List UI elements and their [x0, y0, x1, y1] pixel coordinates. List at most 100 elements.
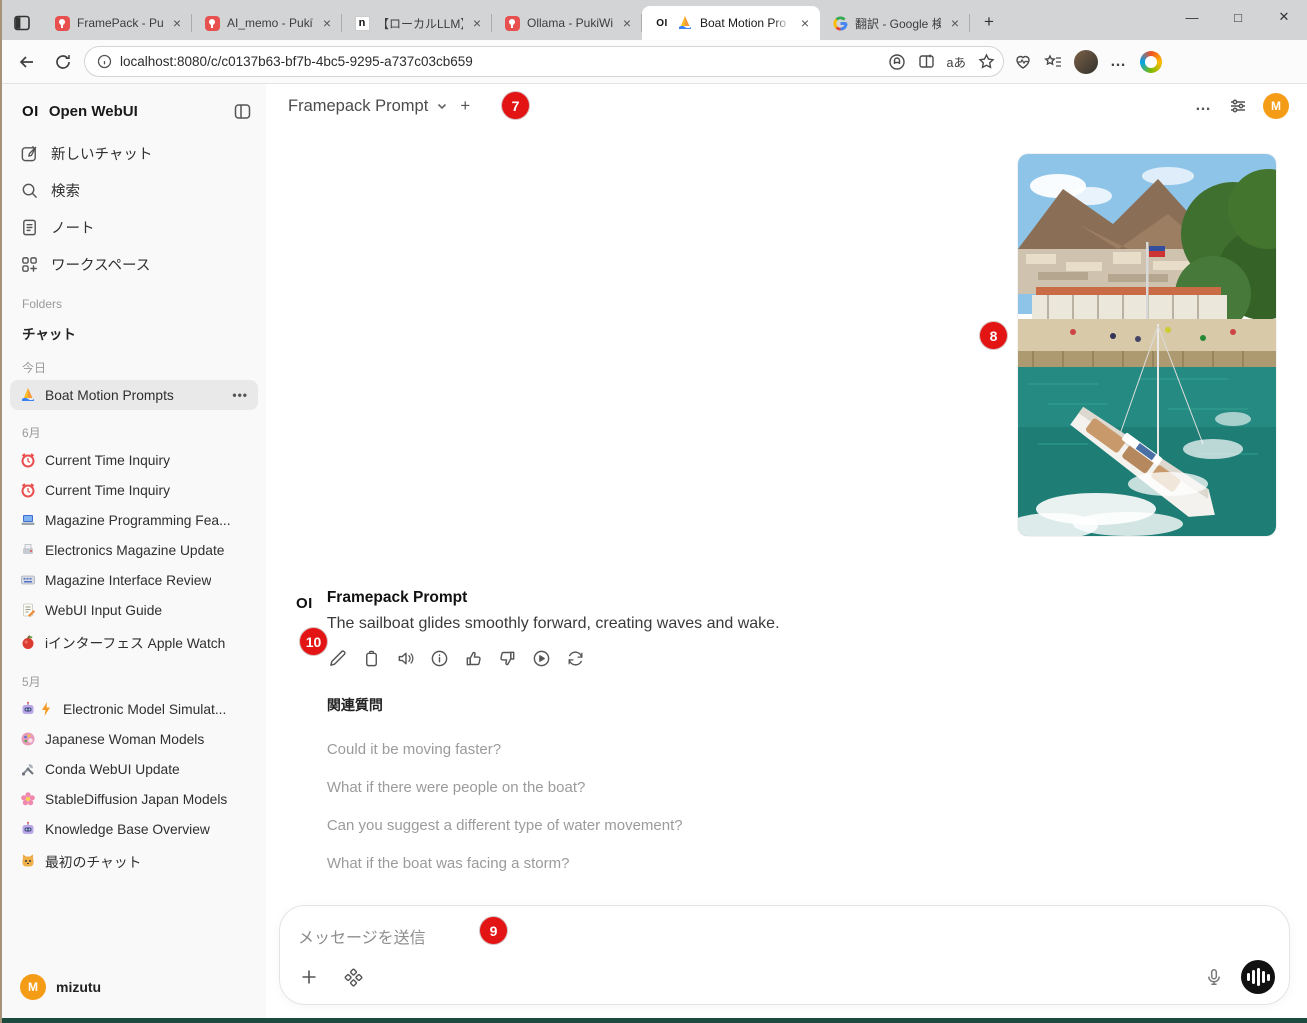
message-composer[interactable]: メッセージを送信 — [279, 905, 1290, 1005]
chevron-down-icon[interactable] — [436, 100, 448, 112]
window-close-button[interactable]: ✕ — [1261, 0, 1307, 34]
keyboard-emoji-icon — [20, 572, 36, 588]
browser-tab[interactable]: FramePack - PukiWiki× — [42, 6, 192, 40]
site-info-icon[interactable] — [97, 54, 112, 69]
message-input-placeholder[interactable]: メッセージを送信 — [298, 924, 1271, 948]
robot-bolt-emoji-icon — [20, 701, 54, 717]
browser-tab[interactable]: AI_memo - PukiWiki× — [192, 6, 342, 40]
tab-close-icon[interactable]: × — [798, 15, 812, 31]
chat-item-selected[interactable]: Boat Motion Prompts ••• — [10, 380, 258, 410]
chat-item[interactable]: Current Time Inquiry — [10, 475, 258, 505]
google-favicon — [832, 15, 848, 31]
attach-plus-button[interactable] — [294, 962, 324, 992]
may-label: 5月 — [10, 659, 258, 694]
folder-chat[interactable]: チャット — [10, 315, 258, 345]
annotation-badge-10: 10 — [300, 628, 327, 655]
reload-button[interactable] — [48, 47, 78, 77]
new-chat-plus-button[interactable]: + — [460, 96, 470, 116]
browser-tab[interactable]: 翻訳 - Google 検索× — [820, 6, 970, 40]
new-tab-button[interactable]: + — [974, 7, 1004, 37]
today-label: 今日 — [10, 345, 258, 380]
related-question[interactable]: What if there were people on the boat? — [327, 769, 956, 807]
window-minimize-button[interactable]: — — [1169, 0, 1215, 34]
browser-tab[interactable]: n【ローカルLLM】Framep× — [342, 6, 492, 40]
chat-item[interactable]: Magazine Interface Review — [10, 565, 258, 595]
browser-settings-ellipsis-icon[interactable]: … — [1110, 53, 1128, 71]
info-message-button[interactable] — [429, 647, 451, 669]
tab-close-icon[interactable]: × — [948, 15, 962, 31]
url-text[interactable]: localhost:8080/c/c0137b63-bf7b-4bc5-9295… — [120, 54, 880, 69]
chat-item[interactable]: StableDiffusion Japan Models — [10, 784, 258, 814]
thumbs-down-message-button[interactable] — [497, 647, 519, 669]
favorites-bar-icon[interactable] — [1044, 53, 1062, 71]
search-icon — [20, 181, 39, 200]
sailboat-emoji-icon — [20, 387, 36, 403]
alarm-emoji-icon — [20, 482, 36, 498]
robot-emoji-icon — [20, 821, 36, 837]
translate-icon[interactable]: aあ — [947, 52, 966, 71]
chat-title[interactable]: Framepack Prompt — [288, 97, 428, 116]
address-bar[interactable]: localhost:8080/c/c0137b63-bf7b-4bc5-9295… — [84, 46, 1004, 77]
model-name[interactable]: Framepack Prompt — [327, 589, 956, 607]
app-title: Open WebUI — [49, 103, 223, 120]
microphone-icon[interactable] — [1199, 962, 1229, 992]
sidebar-item-new-chat[interactable]: 新しいチャット — [10, 135, 258, 172]
new-chat-icon — [20, 144, 39, 163]
chat-item[interactable]: Knowledge Base Overview — [10, 814, 258, 844]
split-screen-icon[interactable] — [918, 53, 935, 70]
tools-emoji-icon — [20, 761, 36, 777]
chat-item[interactable]: Magazine Programming Fea... — [10, 505, 258, 535]
chat-item[interactable]: Electronic Model Simulat... — [10, 694, 258, 724]
openwebui-favicon: OI — [654, 15, 670, 31]
copilot-icon[interactable] — [1140, 51, 1162, 73]
assistant-message: OI Framepack Prompt The sailboat glides … — [296, 589, 956, 883]
tab-actions-menu-button[interactable] — [2, 6, 42, 40]
tab-close-icon[interactable]: × — [470, 15, 484, 31]
regenerate-message-button[interactable] — [565, 647, 587, 669]
sidebar: OI Open WebUI 新しいチャット検索ノートワークスペース Folder… — [2, 84, 266, 1018]
thumbs-up-message-button[interactable] — [463, 647, 485, 669]
browser-tab-active[interactable]: OIBoat Motion Pro× — [642, 6, 820, 40]
voice-mode-button[interactable] — [1241, 960, 1275, 994]
workspace-icon — [20, 255, 39, 274]
sidebar-item-search[interactable]: 検索 — [10, 172, 258, 209]
back-button[interactable] — [12, 47, 42, 77]
edit-message-button[interactable] — [327, 647, 349, 669]
play-message-button[interactable] — [531, 647, 553, 669]
tab-close-icon[interactable]: × — [170, 15, 184, 31]
browser-essentials-icon[interactable] — [1014, 53, 1032, 71]
favorite-star-icon[interactable] — [978, 53, 995, 70]
chat-item[interactable]: Current Time Inquiry — [10, 445, 258, 475]
chat-item-menu-icon[interactable]: ••• — [232, 388, 248, 402]
related-question[interactable]: Can you suggest a different type of wate… — [327, 807, 956, 845]
tab-close-icon[interactable]: × — [320, 15, 334, 31]
pukiwiki-favicon — [54, 15, 70, 31]
chat-item[interactable]: 最初のチャット — [10, 844, 258, 878]
tab-close-icon[interactable]: × — [620, 15, 634, 31]
copy-message-button[interactable] — [361, 647, 383, 669]
read-aloud-icon[interactable] — [888, 53, 906, 71]
user-menu[interactable]: M mizutu — [10, 968, 111, 1006]
chat-controls-icon[interactable] — [1229, 97, 1247, 115]
chat-item[interactable]: Electronics Magazine Update — [10, 535, 258, 565]
chat-item[interactable]: Conda WebUI Update — [10, 754, 258, 784]
sidebar-item-workspace[interactable]: ワークスペース — [10, 246, 258, 283]
sidebar-item-notes[interactable]: ノート — [10, 209, 258, 246]
window-maximize-button[interactable]: □ — [1215, 0, 1261, 34]
window-bottom-edge — [2, 1018, 1307, 1023]
integrations-button[interactable] — [338, 962, 368, 992]
browser-tab[interactable]: Ollama - PukiWiki× — [492, 6, 642, 40]
sidebar-toggle-icon[interactable] — [233, 102, 252, 121]
uploaded-boat-image[interactable] — [1018, 154, 1276, 536]
chat-more-icon[interactable]: … — [1195, 97, 1213, 115]
browser-profile-avatar[interactable] — [1074, 50, 1098, 74]
related-question[interactable]: What if the boat was facing a storm? — [327, 845, 956, 883]
related-questions-title: 関連質問 — [327, 695, 956, 715]
chat-item[interactable]: iインターフェス Apple Watch — [10, 625, 258, 659]
related-question[interactable]: Could it be moving faster? — [327, 731, 956, 769]
header-user-avatar[interactable]: M — [1263, 93, 1289, 119]
read-aloud-message-button[interactable] — [395, 647, 417, 669]
chat-item[interactable]: WebUI Input Guide — [10, 595, 258, 625]
openwebui-logo: OI — [22, 103, 39, 120]
chat-item[interactable]: Japanese Woman Models — [10, 724, 258, 754]
